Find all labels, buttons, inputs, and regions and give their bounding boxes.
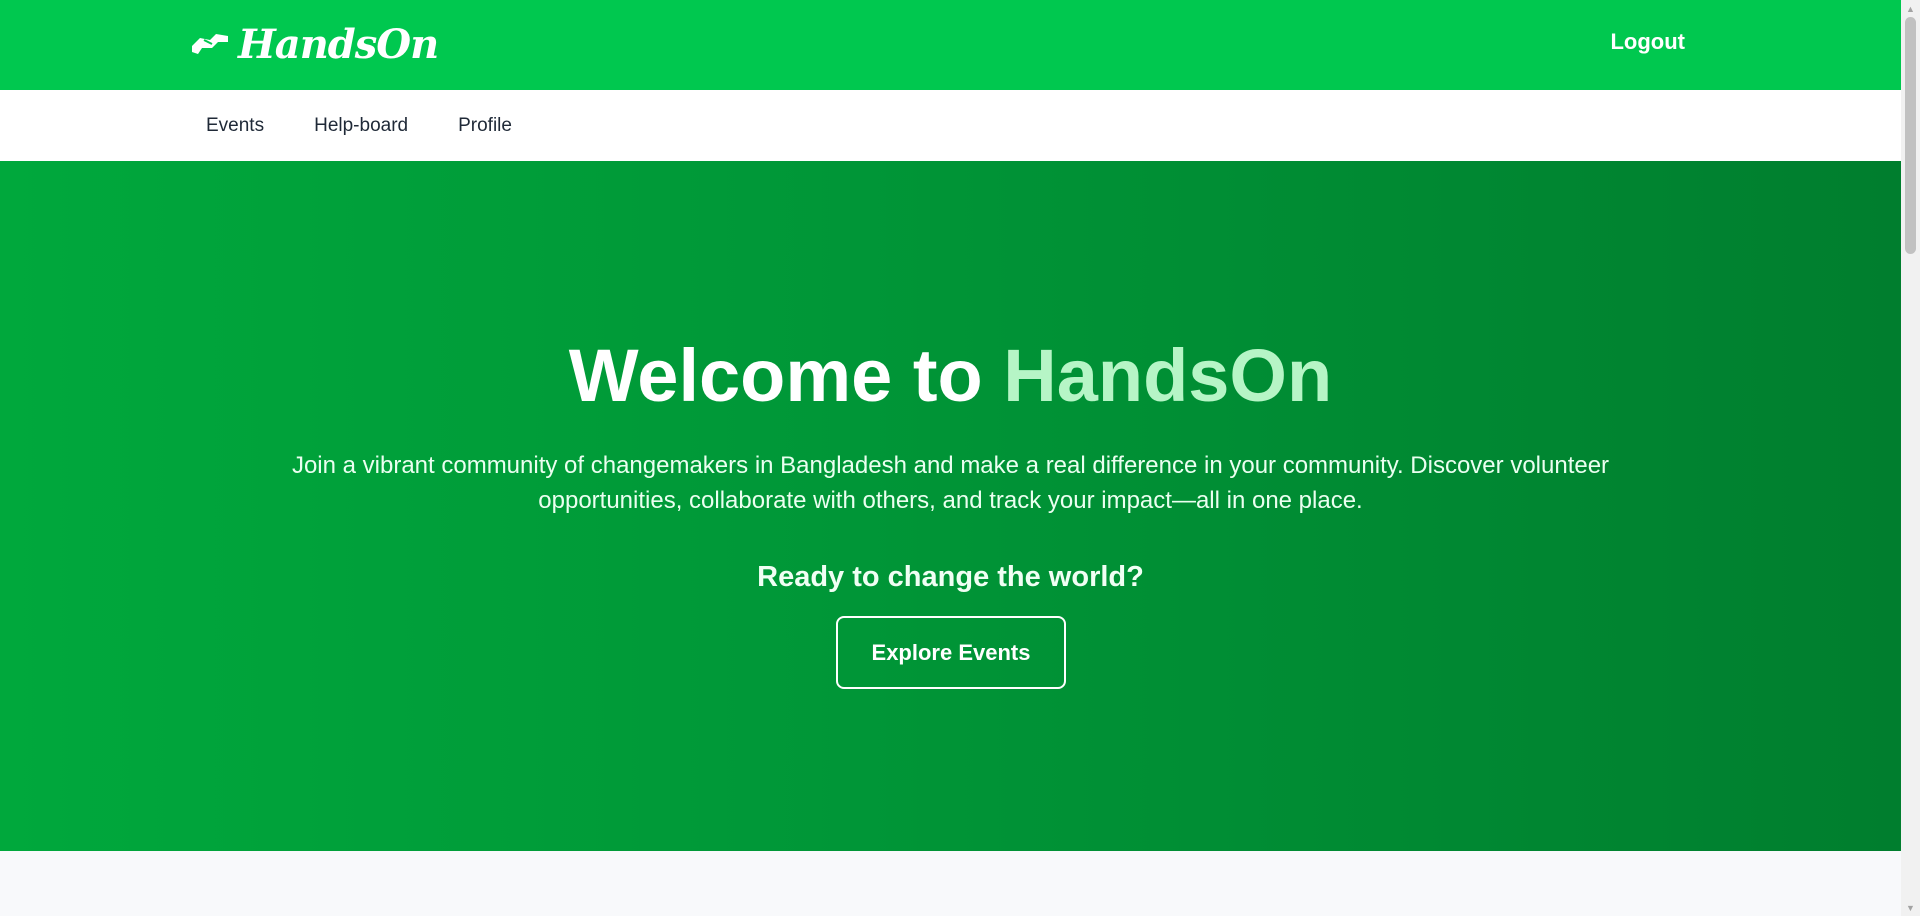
vertical-scrollbar[interactable]: ▲ ▼ [1901, 0, 1920, 916]
logout-button[interactable]: Logout [1604, 28, 1691, 56]
hero-description: Join a vibrant community of changemakers… [291, 452, 1610, 514]
main-nav: Events Help-board Profile [0, 90, 1901, 161]
brand-logo[interactable]: HandsOn [190, 18, 439, 70]
scroll-up-arrow-icon[interactable]: ▲ [1901, 0, 1920, 17]
hero-title-prefix: Welcome to [568, 334, 1004, 417]
page-viewport: HandsOn Logout Events Help-board Profile… [0, 0, 1901, 916]
hero-title-accent: HandsOn [1003, 334, 1333, 417]
scroll-down-arrow-icon[interactable]: ▼ [1901, 899, 1920, 916]
handshake-icon [190, 26, 230, 62]
scrollbar-thumb[interactable] [1905, 17, 1916, 254]
top-header: HandsOn Logout [0, 0, 1901, 90]
brand-name: HandsOn [238, 20, 439, 68]
nav-item-help-board[interactable]: Help-board [314, 115, 408, 137]
nav-item-profile[interactable]: Profile [458, 115, 512, 137]
content-area [0, 851, 1901, 916]
nav-item-events[interactable]: Events [206, 115, 264, 137]
hero-cta-text: Ready to change the world? [757, 561, 1144, 593]
explore-events-button[interactable]: Explore Events [836, 616, 1066, 689]
hero-section: Welcome to HandsOn Join a vibrant commun… [0, 161, 1901, 851]
hero-title: Welcome to HandsOn [0, 339, 1901, 413]
